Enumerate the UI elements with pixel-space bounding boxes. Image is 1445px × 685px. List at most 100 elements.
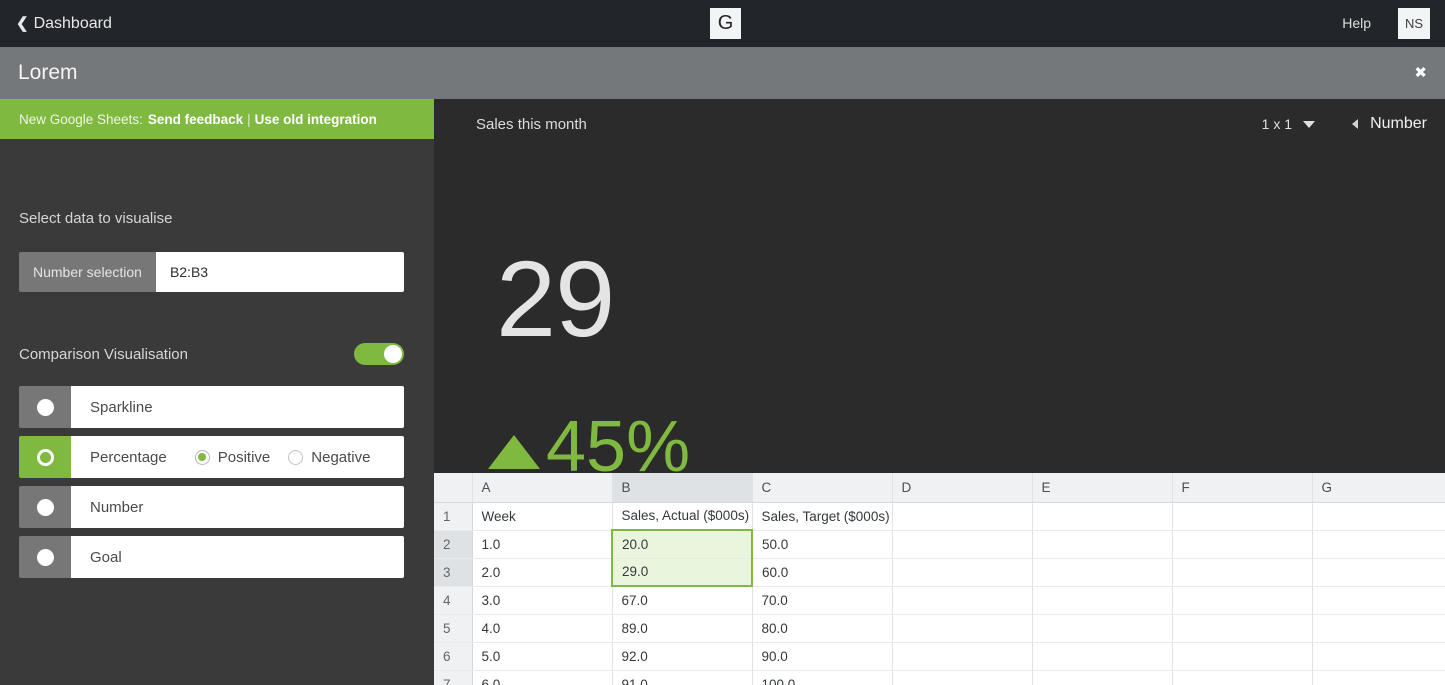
widget-size-select[interactable]: 1 x 1 [1262,116,1315,132]
use-old-integration-link[interactable]: Use old integration [255,112,377,127]
number-selection-input[interactable] [155,252,404,292]
option-goal-label: Goal [90,548,122,566]
table-row: 4 3.0 67.0 70.0 [434,586,1445,615]
option-sparkline-radio[interactable] [19,386,71,428]
cell-b7[interactable]: 91.0 [612,670,753,685]
cell-f5[interactable] [1172,614,1313,643]
cell-d6[interactable] [892,642,1033,671]
cell-c2[interactable]: 50.0 [752,530,893,559]
option-sparkline[interactable]: Sparkline [19,386,404,428]
row-header-7[interactable]: 7 [434,670,473,685]
row-header-4[interactable]: 4 [434,586,473,615]
cell-b6[interactable]: 92.0 [612,642,753,671]
cell-d2[interactable] [892,530,1033,559]
cell-a6[interactable]: 5.0 [472,642,613,671]
cell-c6[interactable]: 90.0 [752,642,893,671]
geckoboard-logo[interactable]: G [710,8,741,39]
option-number-radio[interactable] [19,486,71,528]
cell-a7[interactable]: 6.0 [472,670,613,685]
big-number-value: 29 [496,238,615,359]
widget-type-nav[interactable]: Number [1352,115,1427,133]
cell-c7[interactable]: 100.0 [752,670,893,685]
cell-a3[interactable]: 2.0 [472,558,613,587]
option-percentage-radio[interactable] [19,436,71,478]
cell-a5[interactable]: 4.0 [472,614,613,643]
cell-c5[interactable]: 80.0 [752,614,893,643]
row-header-5[interactable]: 5 [434,614,473,643]
cell-f1[interactable] [1172,502,1313,531]
cell-b5[interactable]: 89.0 [612,614,753,643]
visualisation-options-list: Sparkline Percentage Positive Negative N… [19,386,415,578]
column-header-d[interactable]: D [892,473,1033,503]
radio-positive[interactable]: Positive [194,449,270,466]
radio-selected-icon [36,448,54,466]
cell-b4[interactable]: 67.0 [612,586,753,615]
row-header-6[interactable]: 6 [434,642,473,671]
cell-g1[interactable] [1312,502,1445,531]
column-header-f[interactable]: F [1172,473,1313,503]
top-navigation-bar: ❮ Dashboard G Help NS [0,0,1445,47]
cell-f4[interactable] [1172,586,1313,615]
cell-e1[interactable] [1032,502,1173,531]
cell-d7[interactable] [892,670,1033,685]
row-header-2[interactable]: 2 [434,530,473,559]
column-header-row: A B C D E F G [434,473,1445,503]
row-header-1[interactable]: 1 [434,502,473,531]
cell-a1[interactable]: Week [472,502,613,531]
table-row: 7 6.0 91.0 100.0 [434,670,1445,685]
cell-f2[interactable] [1172,530,1313,559]
cell-b3[interactable]: 29.0 [611,558,753,587]
send-feedback-link[interactable]: Send feedback [148,112,243,127]
cell-c1[interactable]: Sales, Target ($000s) [752,502,893,531]
cell-a2[interactable]: 1.0 [472,530,613,559]
radio-negative-label: Negative [311,448,371,466]
column-header-e[interactable]: E [1032,473,1173,503]
cell-e3[interactable] [1032,558,1173,587]
cell-a4[interactable]: 3.0 [472,586,613,615]
column-header-a[interactable]: A [472,473,613,503]
cell-e4[interactable] [1032,586,1173,615]
help-link[interactable]: Help [1342,15,1371,31]
option-percentage-body: Percentage Positive Negative [71,436,404,478]
chevron-left-icon: ❮ [16,15,29,32]
row-header-3[interactable]: 3 [434,558,473,587]
option-goal-radio[interactable] [19,536,71,578]
cell-g5[interactable] [1312,614,1445,643]
cell-g2[interactable] [1312,530,1445,559]
avatar[interactable]: NS [1398,8,1430,39]
cell-c4[interactable]: 70.0 [752,586,893,615]
cell-e7[interactable] [1032,670,1173,685]
column-header-b[interactable]: B [612,473,753,503]
cell-f7[interactable] [1172,670,1313,685]
spreadsheet-grid[interactable]: A B C D E F G 1 Week Sales, Actual ($000… [434,473,1445,685]
cell-g3[interactable] [1312,558,1445,587]
grid-corner[interactable] [434,473,473,503]
radio-negative[interactable]: Negative [288,449,370,466]
cell-d1[interactable] [892,502,1033,531]
cell-e6[interactable] [1032,642,1173,671]
cell-f6[interactable] [1172,642,1313,671]
cell-g7[interactable] [1312,670,1445,685]
option-number[interactable]: Number [19,486,404,528]
chevron-down-icon [1303,120,1315,128]
cell-e5[interactable] [1032,614,1173,643]
cell-b2[interactable]: 20.0 [611,529,753,559]
cell-b1[interactable]: Sales, Actual ($000s) [612,502,753,531]
close-icon[interactable]: ✖ [1414,66,1427,81]
chevron-left-icon[interactable] [1352,119,1359,129]
column-header-g[interactable]: G [1312,473,1445,503]
cell-g6[interactable] [1312,642,1445,671]
option-percentage[interactable]: Percentage Positive Negative [19,436,404,478]
table-row: 5 4.0 89.0 80.0 [434,614,1445,643]
cell-c3[interactable]: 60.0 [752,558,893,587]
cell-d5[interactable] [892,614,1033,643]
option-goal[interactable]: Goal [19,536,404,578]
cell-d4[interactable] [892,586,1033,615]
cell-e2[interactable] [1032,530,1173,559]
comparison-visualisation-toggle[interactable] [354,343,404,365]
cell-g4[interactable] [1312,586,1445,615]
back-to-dashboard-link[interactable]: ❮ Dashboard [16,15,112,33]
cell-d3[interactable] [892,558,1033,587]
cell-f3[interactable] [1172,558,1313,587]
column-header-c[interactable]: C [752,473,893,503]
